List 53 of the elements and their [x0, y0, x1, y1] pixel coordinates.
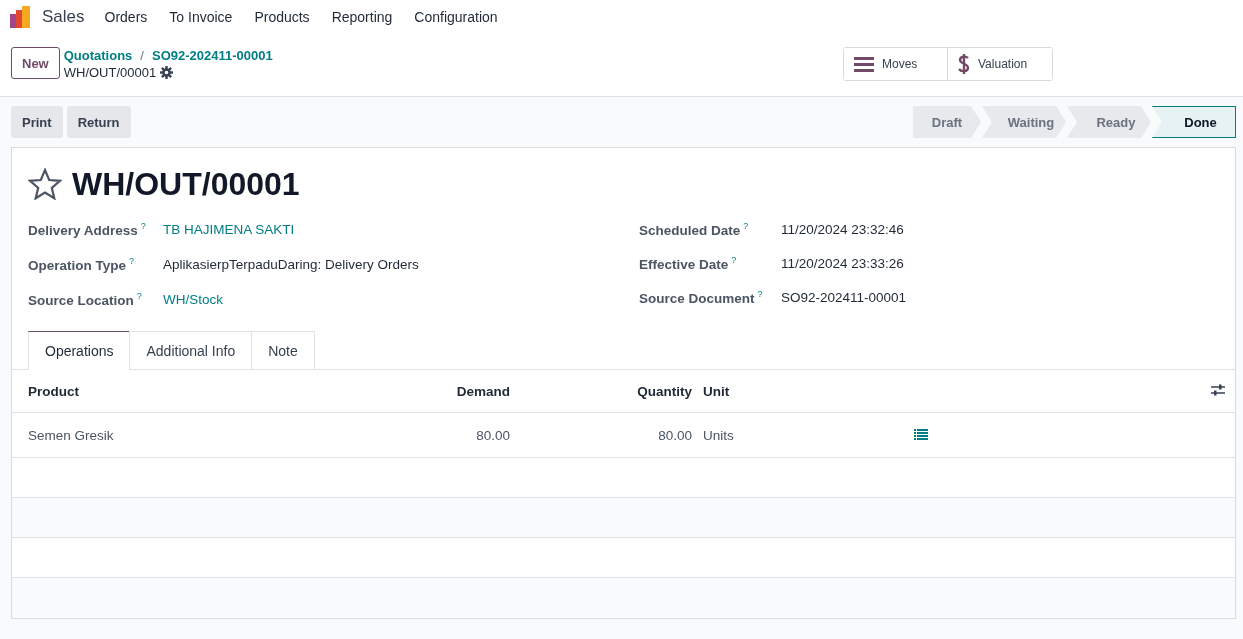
field-link[interactable]: TB HAJIMENA SAKTI: [163, 222, 295, 237]
breadcrumb-link[interactable]: Quotations: [63, 48, 133, 63]
record-title: WH/OUT/00001: [72, 165, 300, 204]
gear-icon[interactable]: [160, 66, 174, 79]
breadcrumb-link[interactable]: SO92-202411-00001: [151, 48, 273, 63]
field-label: Effective Date: [639, 256, 729, 272]
app-name[interactable]: Sales: [42, 6, 85, 27]
help-tooltip[interactable]: ?: [129, 256, 135, 267]
field-label: Source Document: [639, 290, 755, 306]
field-label: Delivery Address: [28, 222, 138, 238]
field-link[interactable]: WH/Stock: [163, 292, 223, 307]
record-name: WH/OUT/00001: [63, 65, 157, 80]
menu-item[interactable]: Configuration: [414, 8, 498, 25]
settings-sliders-icon: [1211, 383, 1225, 396]
column-header: Demand: [329, 370, 511, 413]
status-step[interactable]: Waiting: [982, 106, 1066, 138]
breadcrumb-separator: /: [140, 48, 144, 63]
menu-item[interactable]: Orders: [104, 8, 148, 25]
table-cell: Semen Gresik: [12, 412, 329, 458]
menu-item[interactable]: Reporting: [331, 8, 393, 25]
help-tooltip[interactable]: ?: [140, 221, 146, 232]
table-cell: Units: [693, 412, 904, 458]
field-value: SO92-202411-00001: [781, 289, 907, 305]
action-button[interactable]: Return: [66, 106, 131, 138]
action-button[interactable]: Print: [11, 106, 63, 138]
table-cell: 80.00: [511, 412, 693, 458]
menu-item[interactable]: To Invoice: [169, 8, 233, 25]
status-step[interactable]: Draft: [913, 106, 981, 138]
new-button[interactable]: New: [11, 47, 60, 79]
field-value: 11/20/2024 23:33:26: [781, 255, 904, 271]
tab[interactable]: Note: [251, 331, 315, 369]
help-tooltip[interactable]: ?: [136, 291, 142, 302]
field-value: AplikasierpTerpaduDaring: Delivery Orders: [163, 257, 419, 272]
table-cell: 80.00: [329, 412, 511, 458]
smart-button[interactable]: Moves: [844, 48, 948, 80]
dollar-icon: [958, 53, 970, 75]
field-label: Scheduled Date: [639, 222, 741, 238]
field-label: Source Location: [28, 292, 134, 308]
list-icon: [854, 56, 874, 72]
help-tooltip[interactable]: ?: [731, 254, 737, 265]
list-icon[interactable]: [914, 428, 928, 440]
column-header: Quantity: [511, 370, 693, 413]
column-header: Unit: [693, 370, 904, 413]
tab[interactable]: Operations: [28, 331, 131, 370]
field-label: Operation Type: [28, 257, 126, 273]
field-value: 11/20/2024 23:32:46: [781, 221, 904, 237]
help-tooltip[interactable]: ?: [743, 220, 749, 231]
status-step[interactable]: Done: [1152, 106, 1236, 138]
help-tooltip[interactable]: ?: [757, 288, 763, 299]
star-icon[interactable]: [28, 168, 62, 200]
menu-item[interactable]: Products: [254, 8, 310, 25]
column-header: Product: [12, 370, 329, 413]
status-step[interactable]: Ready: [1067, 106, 1151, 138]
